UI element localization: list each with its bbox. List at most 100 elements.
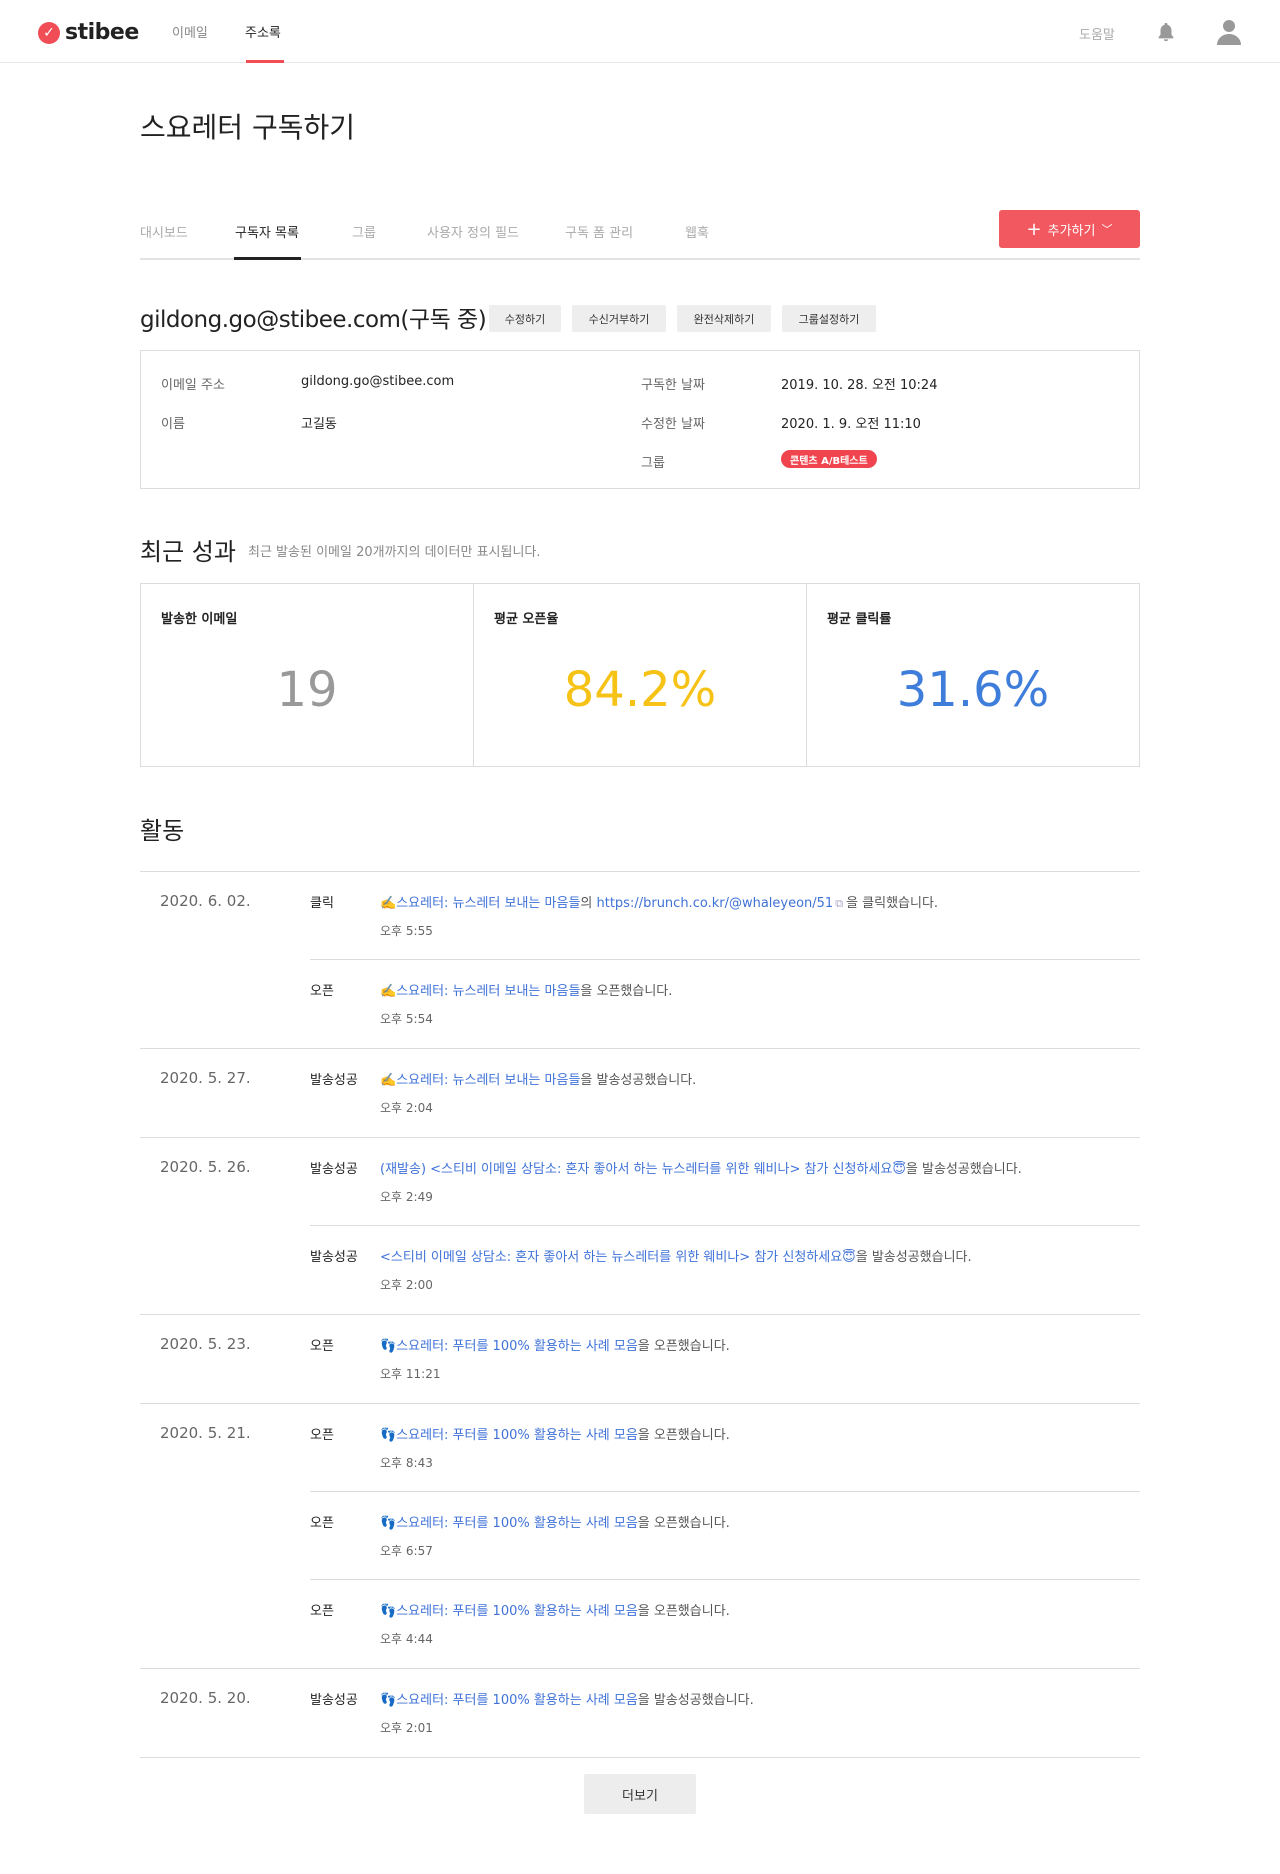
activity-event: 오픈 👣스요레터: 푸터를 100% 활용하는 사례 모음을 오픈했습니다. 오후 … (310, 1315, 1140, 1403)
user-avatar-icon[interactable] (1216, 18, 1242, 46)
event-time: 오후 2:49 (380, 1190, 433, 1204)
tab-dashboard[interactable]: 대시보드 (140, 222, 188, 241)
help-link[interactable]: 도움말 (1079, 24, 1115, 43)
name-label: 이름 (161, 417, 185, 432)
event-type: 클릭 (310, 896, 334, 911)
bell-icon[interactable] (1155, 20, 1177, 44)
group-settings-button[interactable]: 그룹설정하기 (782, 305, 876, 332)
perf-label: 발송한 이메일 (161, 612, 238, 627)
event-description: ✍️스요레터: 뉴스레터 보내는 마음들의 https://brunch.co.… (380, 892, 938, 911)
subscriber-info-box: 이메일 주소 gildong.go@stibee.com 이름 고길동 구독한 … (140, 350, 1140, 489)
event-description: ✍️스요레터: 뉴스레터 보내는 마음들을 발송성공했습니다. (380, 1069, 696, 1088)
email-emoji-icon: ✍️ (380, 984, 397, 999)
email-title-link[interactable]: 스요레터: 푸터를 100% 활용하는 사례 모음 (396, 1339, 638, 1354)
event-type: 오픈 (310, 1516, 334, 1531)
event-desc-suffix: 을 오픈했습니다. (637, 1339, 730, 1354)
tab-active-indicator (234, 257, 301, 260)
event-time: 오후 5:55 (380, 924, 433, 938)
email-title-link[interactable]: <스티비 이메일 상담소: 혼자 좋아서 하는 뉴스레터를 위한 웨비나> 참가… (380, 1250, 856, 1265)
unsubscribe-button[interactable]: 수신거부하기 (572, 305, 666, 332)
activity-list: 2020. 6. 02. 클릭 ✍️스요레터: 뉴스레터 보내는 마음들의 http… (140, 871, 1140, 1758)
event-desc-suffix: 을 발송성공했습니다. (580, 1073, 697, 1088)
event-description: ✍️스요레터: 뉴스레터 보내는 마음들을 오픈했습니다. (380, 980, 672, 999)
top-navigation: ✓ stibee 이메일 주소록 도움말 (0, 0, 1280, 63)
event-desc-suffix: 을 오픈했습니다. (637, 1428, 730, 1443)
email-emoji-icon: 👣 (380, 1428, 397, 1443)
load-more-button[interactable]: 더보기 (584, 1774, 696, 1814)
add-button[interactable]: + 추가하기 ﹀ (999, 210, 1140, 248)
perf-card-sent: 발송한 이메일 19 (141, 584, 474, 766)
nav-item-email[interactable]: 이메일 (172, 22, 208, 41)
activity-event: 발송성공 <스티비 이메일 상담소: 혼자 좋아서 하는 뉴스레터를 위한 웨비나… (310, 1226, 1140, 1314)
email-title-link[interactable]: (재발송) <스티비 이메일 상담소: 혼자 좋아서 하는 뉴스레터를 위한 웨… (380, 1162, 906, 1177)
nav-active-indicator (246, 60, 284, 63)
group-label: 그룹 (641, 456, 665, 471)
performance-note: 최근 발송된 이메일 20개까지의 데이터만 표시됩니다. (248, 545, 541, 560)
email-title-link[interactable]: 스요레터: 푸터를 100% 활용하는 사례 모음 (396, 1604, 638, 1619)
performance-title: 최근 성과 (140, 538, 236, 566)
email-title-link[interactable]: 스요레터: 뉴스레터 보내는 마음들 (396, 984, 580, 999)
subscriber-heading: gildong.go@stibee.com(구독 중) (140, 307, 487, 333)
email-title-link[interactable]: 스요레터: 푸터를 100% 활용하는 사례 모음 (396, 1428, 638, 1443)
email-title-link[interactable]: 스요레터: 푸터를 100% 활용하는 사례 모음 (396, 1693, 638, 1708)
email-title-link[interactable]: 스요레터: 뉴스레터 보내는 마음들 (396, 1073, 580, 1088)
activity-event: 발송성공 (재발송) <스티비 이메일 상담소: 혼자 좋아서 하는 뉴스레터를 … (310, 1138, 1140, 1226)
event-desc-suffix: 을 발송성공했습니다. (855, 1250, 972, 1265)
chevron-down-icon: ﹀ (1101, 223, 1113, 236)
activity-date-group: 2020. 5. 26. 발송성공 (재발송) <스티비 이메일 상담소: 혼자 좋… (140, 1138, 1140, 1315)
event-type: 오픈 (310, 984, 334, 999)
activity-event: 오픈 👣스요레터: 푸터를 100% 활용하는 사례 모음을 오픈했습니다. 오후 … (310, 1492, 1140, 1580)
activity-event: 클릭 ✍️스요레터: 뉴스레터 보내는 마음들의 https://brunch.c… (310, 872, 1140, 960)
stibee-logo-icon: ✓ (38, 21, 60, 44)
event-description: 👣스요레터: 푸터를 100% 활용하는 사례 모음을 오픈했습니다. (380, 1600, 730, 1619)
clicked-url-link[interactable]: https://brunch.co.kr/@whaleyeon/51 (597, 896, 834, 911)
event-type: 오픈 (310, 1428, 334, 1443)
email-emoji-icon: ✍️ (380, 896, 397, 911)
nav-item-address-book[interactable]: 주소록 (245, 22, 281, 41)
modified-date-value: 2020. 1. 9. 오전 11:10 (781, 417, 921, 432)
tab-custom-fields[interactable]: 사용자 정의 필드 (427, 222, 519, 241)
perf-card-click-rate: 평균 클릭률 31.6% (807, 584, 1139, 766)
email-emoji-icon: 👣 (380, 1339, 397, 1354)
stibee-logo[interactable]: ✓ stibee (38, 20, 139, 45)
activity-event: 발송성공 ✍️스요레터: 뉴스레터 보내는 마음들을 발송성공했습니다. 오후 2:… (310, 1049, 1140, 1137)
add-button-label: 추가하기 (1047, 223, 1096, 239)
event-description: 👣스요레터: 푸터를 100% 활용하는 사례 모음을 오픈했습니다. (380, 1335, 730, 1354)
event-description: 👣스요레터: 푸터를 100% 활용하는 사례 모음을 오픈했습니다. (380, 1512, 730, 1531)
email-title-link[interactable]: 스요레터: 푸터를 100% 활용하는 사례 모음 (396, 1516, 638, 1531)
event-desc-suffix: 을 오픈했습니다. (637, 1604, 730, 1619)
event-time: 오후 11:21 (380, 1367, 441, 1381)
delete-permanently-button[interactable]: 완전삭제하기 (677, 305, 771, 332)
email-emoji-icon: 👣 (380, 1516, 397, 1531)
tab-subscribe-form[interactable]: 구독 폼 관리 (565, 222, 633, 241)
event-desc-suffix: 을 오픈했습니다. (580, 984, 673, 999)
perf-card-open-rate: 평균 오픈율 84.2% (474, 584, 807, 766)
event-desc-suffix: 을 클릭했습니다. (846, 896, 939, 911)
perf-label: 평균 클릭률 (827, 612, 892, 627)
event-description: 👣스요레터: 푸터를 100% 활용하는 사례 모음을 발송성공했습니다. (380, 1689, 754, 1708)
external-link-icon[interactable]: ⧉ (835, 897, 843, 911)
activity-date: 2020. 5. 23. (160, 1335, 251, 1353)
activity-event: 발송성공 👣스요레터: 푸터를 100% 활용하는 사례 모음을 발송성공했습니다… (310, 1669, 1140, 1757)
activity-title: 활동 (140, 817, 185, 845)
activity-date: 2020. 5. 20. (160, 1689, 251, 1707)
activity-date-group: 2020. 5. 20. 발송성공 👣스요레터: 푸터를 100% 활용하는 사례 … (140, 1669, 1140, 1758)
performance-box: 발송한 이메일 19 평균 오픈율 84.2% 평균 클릭률 31.6% (140, 583, 1140, 767)
tab-groups[interactable]: 그룹 (352, 222, 376, 241)
perf-label: 평균 오픈율 (494, 612, 559, 627)
event-desc-suffix: 을 발송성공했습니다. (905, 1162, 1022, 1177)
activity-date-group: 2020. 5. 27. 발송성공 ✍️스요레터: 뉴스레터 보내는 마음들을 발송… (140, 1049, 1140, 1138)
edit-button[interactable]: 수정하기 (489, 305, 561, 332)
event-time: 오후 4:44 (380, 1632, 433, 1646)
email-title-link[interactable]: 스요레터: 뉴스레터 보내는 마음들 (396, 896, 580, 911)
plus-icon: + (1026, 218, 1042, 240)
event-type: 발송성공 (310, 1250, 358, 1265)
event-description: (재발송) <스티비 이메일 상담소: 혼자 좋아서 하는 뉴스레터를 위한 웨… (380, 1158, 1022, 1177)
event-type: 발송성공 (310, 1162, 358, 1177)
tab-subscriber-list[interactable]: 구독자 목록 (235, 222, 299, 241)
event-time: 오후 5:54 (380, 1012, 433, 1026)
group-badge: 콘텐츠 A/B테스트 (781, 450, 877, 468)
tab-webhook[interactable]: 웹훅 (685, 222, 709, 241)
activity-date: 2020. 5. 21. (160, 1424, 251, 1442)
activity-event: 오픈 ✍️스요레터: 뉴스레터 보내는 마음들을 오픈했습니다. 오후 5:54 (310, 960, 1140, 1048)
